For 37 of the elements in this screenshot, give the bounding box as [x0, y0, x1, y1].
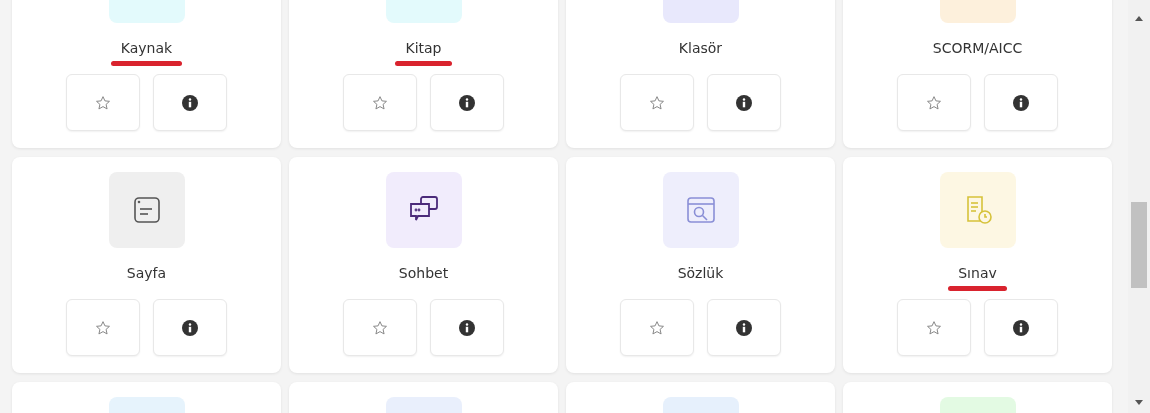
info-icon	[736, 94, 752, 111]
info-button[interactable]	[984, 299, 1058, 356]
scroll-down-icon[interactable]	[1135, 400, 1143, 405]
info-button[interactable]	[707, 299, 781, 356]
module-label: Sınav	[958, 264, 997, 283]
module-label: Sözlük	[677, 264, 724, 283]
info-icon	[182, 94, 198, 111]
info-button[interactable]	[153, 74, 227, 131]
star-icon	[95, 94, 111, 111]
module-label: SCORM/AICC	[932, 39, 1023, 58]
star-icon	[372, 319, 388, 336]
module-label: Sohbet	[398, 264, 449, 283]
browser-search-icon	[684, 194, 717, 226]
scroll-thumb[interactable]	[1131, 202, 1147, 288]
module-label: Sayfa	[126, 264, 167, 283]
info-button[interactable]	[153, 299, 227, 356]
info-icon	[736, 319, 752, 336]
info-icon	[459, 319, 475, 336]
page-icon	[131, 195, 162, 225]
star-icon	[649, 319, 665, 336]
star-icon	[649, 94, 665, 111]
info-button[interactable]	[707, 74, 781, 131]
star-icon	[926, 319, 942, 336]
info-icon	[1013, 319, 1029, 336]
star-icon	[372, 94, 388, 111]
info-icon	[459, 94, 475, 111]
info-icon	[1013, 94, 1029, 111]
module-label: Kitap	[405, 39, 442, 58]
star-icon	[926, 94, 942, 111]
module-label: Klasör	[678, 39, 723, 58]
scroll-up-icon[interactable]	[1135, 16, 1143, 21]
module-label: Kaynak	[120, 39, 173, 58]
info-icon	[182, 319, 198, 336]
info-button[interactable]	[984, 74, 1058, 131]
info-button[interactable]	[430, 299, 504, 356]
info-button[interactable]	[430, 74, 504, 131]
star-icon	[95, 319, 111, 336]
